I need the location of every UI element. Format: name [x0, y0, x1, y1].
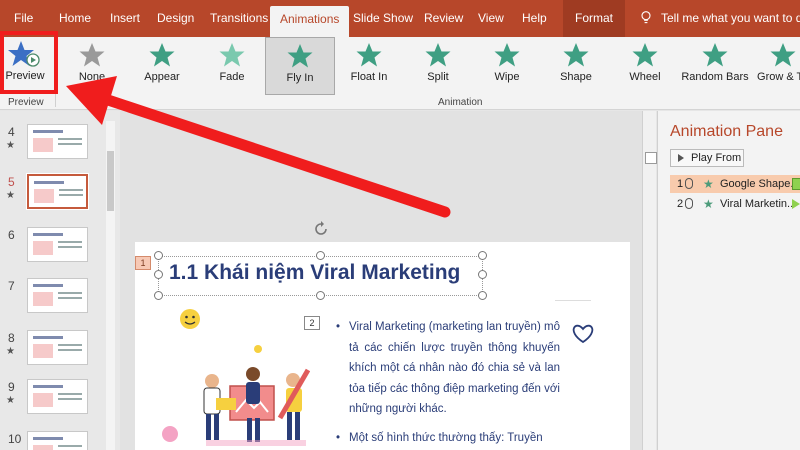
annotation-arrow-icon	[66, 76, 451, 218]
